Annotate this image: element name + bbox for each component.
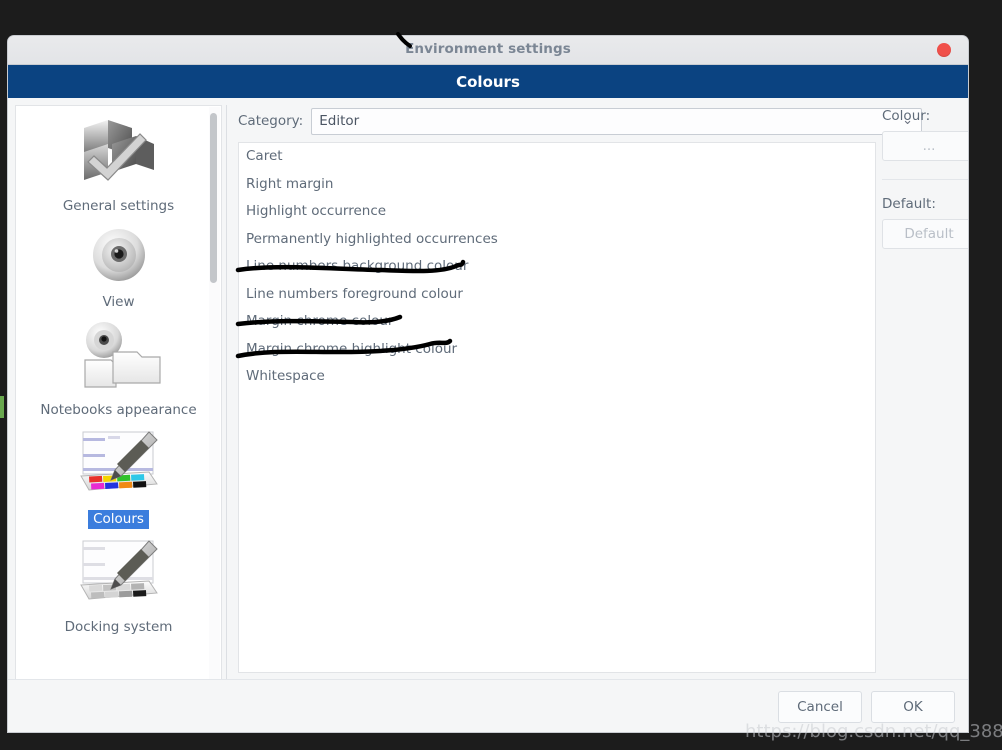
category-select[interactable]: Editor ⌄: [311, 107, 922, 135]
category-row: Category: Editor ⌄: [238, 107, 922, 135]
divider: [882, 179, 968, 180]
list-item[interactable]: Margin chrome colour: [239, 308, 875, 336]
palette-brush-grey-icon: [75, 537, 163, 613]
desktop-artifact: [0, 396, 4, 418]
sidebar-item-notebooks-appearance[interactable]: Notebooks appearance: [16, 312, 221, 420]
title-bar[interactable]: Environment settings: [8, 36, 968, 65]
page-header: Colours: [8, 65, 968, 98]
list-item[interactable]: Highlight occurrence: [239, 198, 875, 226]
sidebar-list: General settings View Notebooks appearan…: [16, 106, 221, 637]
eye-folders-icon: [75, 320, 163, 396]
colour-items-list[interactable]: Caret Right margin Highlight occurrence …: [238, 142, 876, 673]
boxes-check-icon: [78, 114, 160, 192]
cancel-button[interactable]: Cancel: [778, 691, 862, 723]
palette-brush-colour-icon: [75, 428, 163, 504]
settings-category-sidebar[interactable]: General settings View Notebooks appearan…: [15, 105, 222, 683]
dialog-body: General settings View Notebooks appearan…: [8, 98, 968, 732]
sidebar-item-label: Colours: [88, 510, 149, 529]
list-item[interactable]: Right margin: [239, 171, 875, 199]
eye-icon: [90, 226, 148, 288]
category-value: Editor: [319, 113, 360, 129]
panel-splitter[interactable]: [223, 105, 230, 681]
sidebar-item-label: General settings: [62, 198, 175, 214]
default-button[interactable]: Default: [882, 219, 968, 249]
window-title: Environment settings: [405, 41, 571, 57]
vertical-scrollbar[interactable]: [209, 107, 220, 681]
sidebar-item-label: View: [102, 294, 135, 310]
ok-button[interactable]: OK: [871, 691, 955, 723]
sidebar-item-docking-system[interactable]: Docking system: [16, 531, 221, 637]
watermark: https://blog.csdn.net/qq_38863413: [745, 721, 1002, 742]
list-item[interactable]: Margin chrome highlight colour: [239, 336, 875, 364]
list-item[interactable]: Line numbers background colour: [239, 253, 875, 281]
default-label: Default:: [882, 196, 936, 212]
sidebar-item-view[interactable]: View: [16, 216, 221, 312]
category-label: Category:: [238, 113, 304, 129]
choose-colour-button[interactable]: ...: [882, 131, 968, 161]
screen: Environment settings Colours General set…: [0, 0, 1002, 750]
colour-label: Colour:: [882, 108, 931, 124]
scrollbar-thumb[interactable]: [210, 113, 217, 283]
sidebar-item-general-settings[interactable]: General settings: [16, 106, 221, 216]
close-icon[interactable]: [937, 43, 951, 57]
list-item[interactable]: Permanently highlighted occurrences: [239, 226, 875, 254]
sidebar-item-colours[interactable]: Colours: [16, 420, 221, 531]
list-item[interactable]: Caret: [239, 143, 875, 171]
page-title: Colours: [456, 72, 520, 91]
sidebar-item-label: Docking system: [64, 619, 173, 635]
list-item[interactable]: Line numbers foreground colour: [239, 281, 875, 309]
list-item[interactable]: Whitespace: [239, 363, 875, 391]
settings-content-panel: Category: Editor ⌄ Caret Right margin Hi…: [230, 98, 968, 732]
colour-controls: Colour: ... Default: Default: [882, 108, 968, 249]
environment-settings-dialog: Environment settings Colours General set…: [8, 36, 968, 732]
sidebar-item-label: Notebooks appearance: [40, 402, 197, 418]
